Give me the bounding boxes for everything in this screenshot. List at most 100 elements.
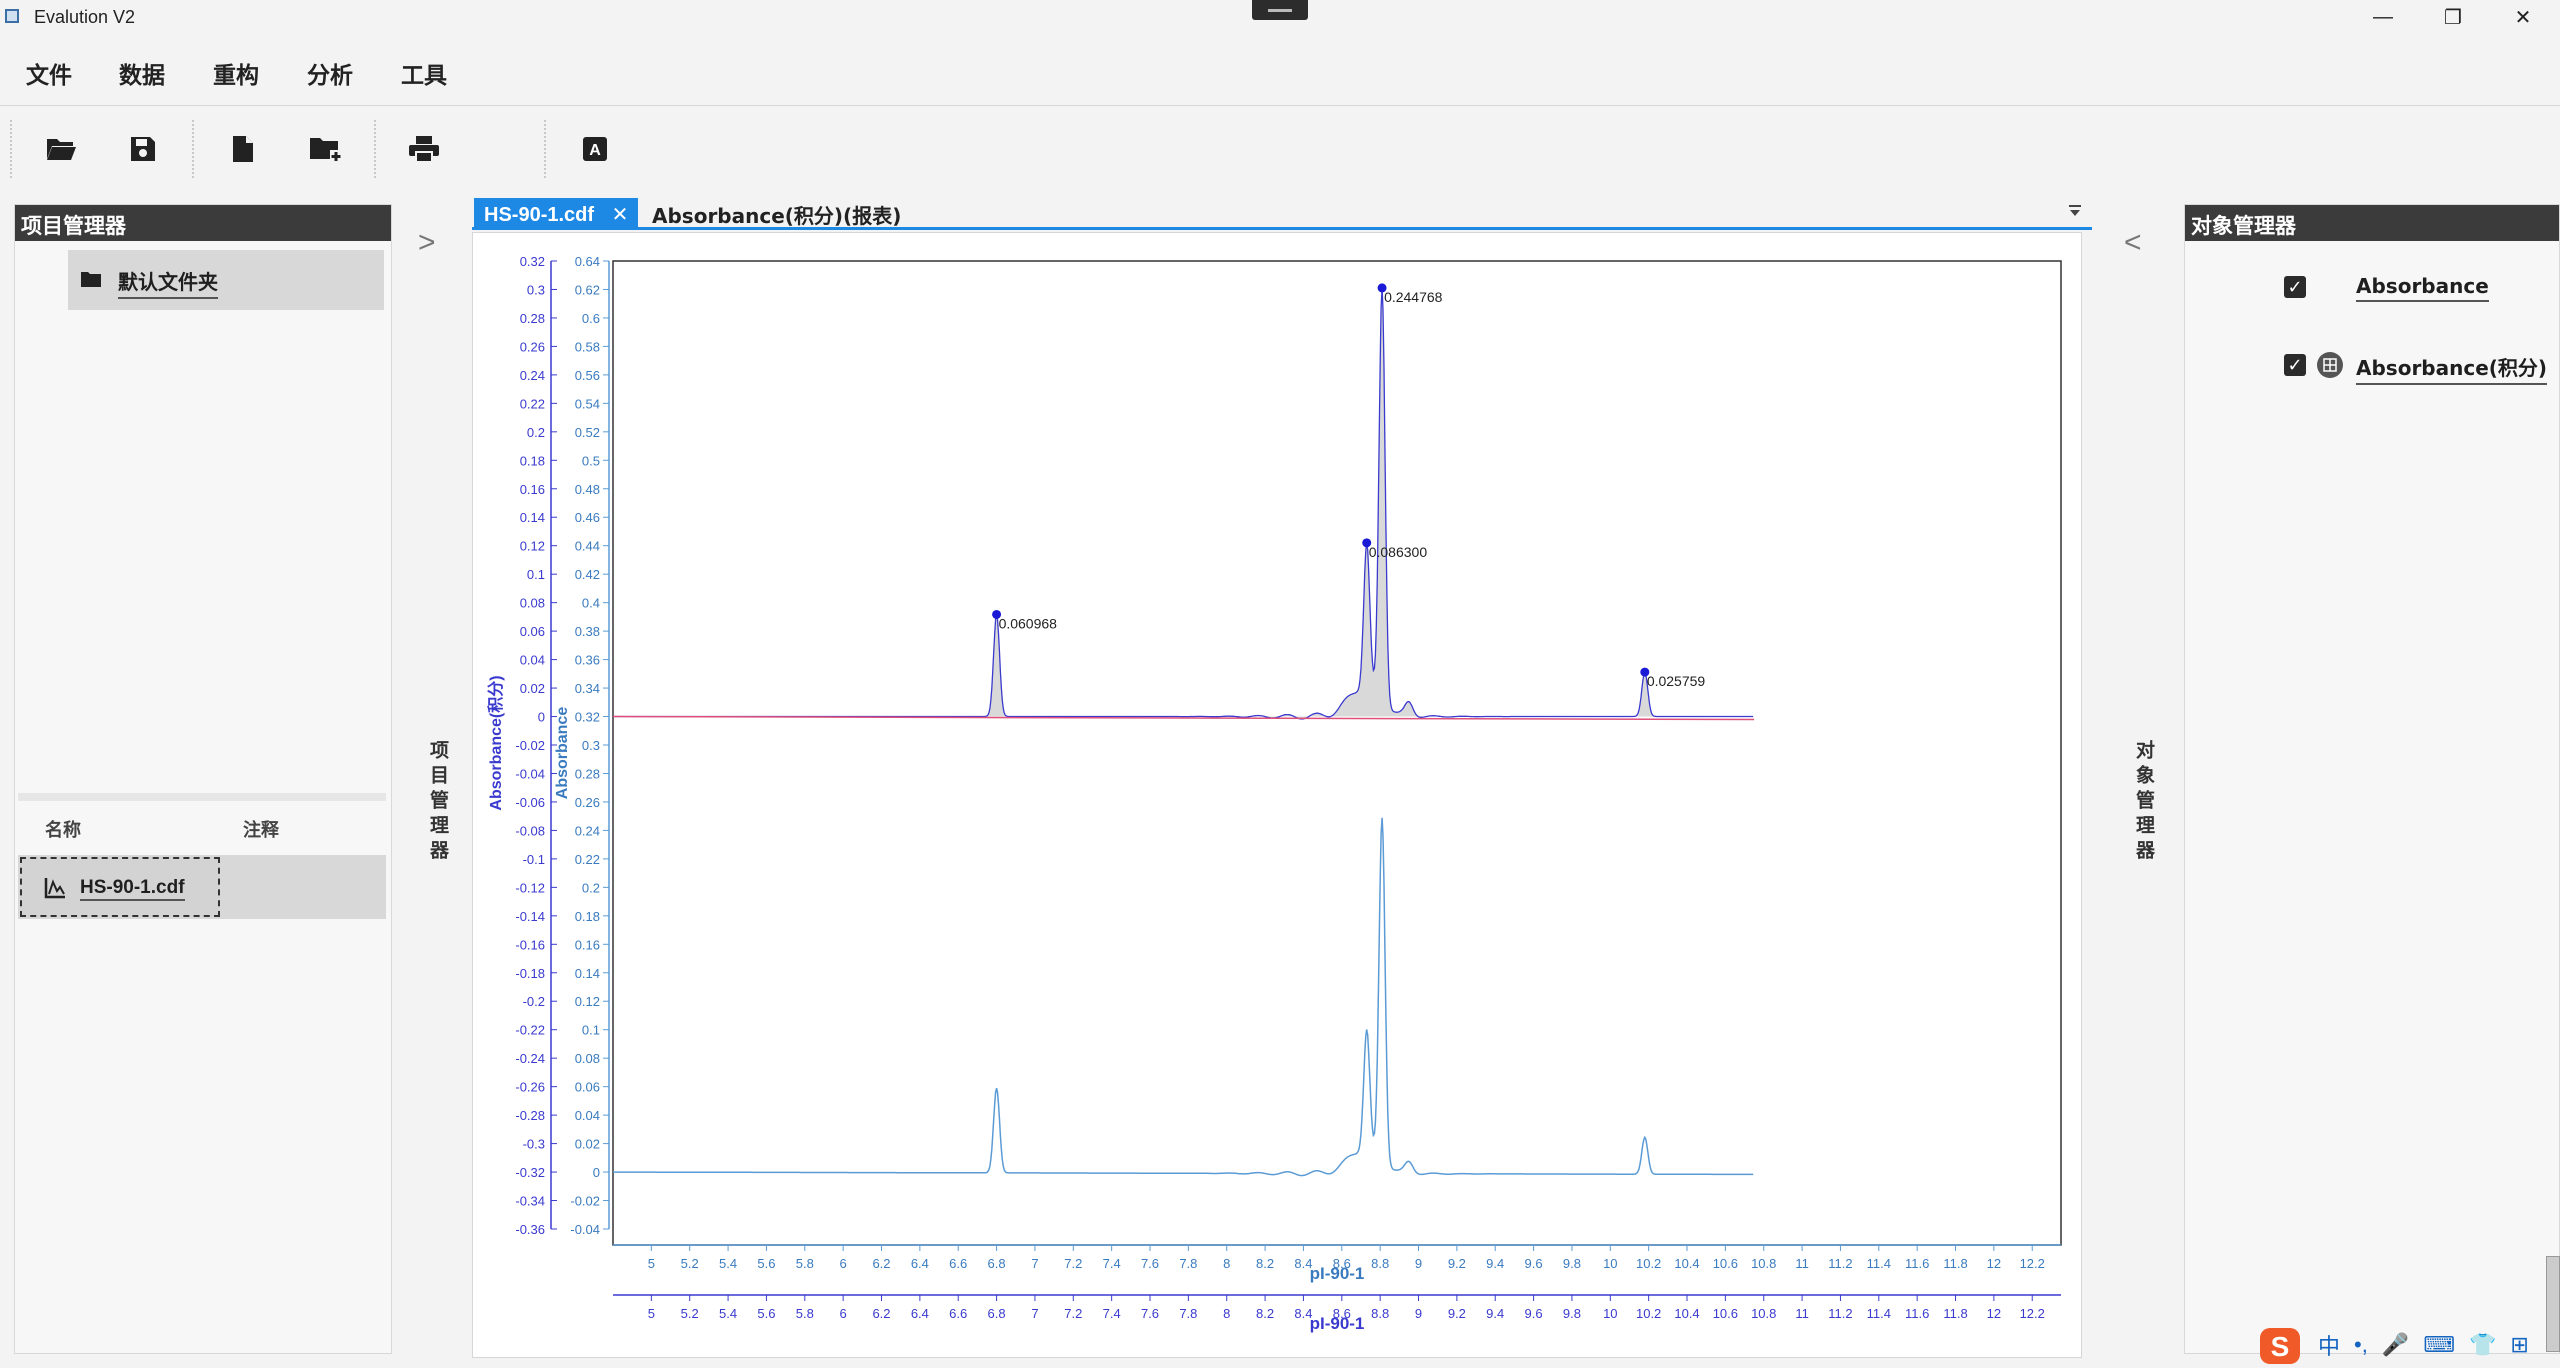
maximize-button[interactable]: ❐ — [2418, 0, 2488, 34]
chevron-right-icon[interactable]: > — [418, 226, 436, 260]
input-mode-indicator[interactable]: 中 — [2318, 1329, 2340, 1361]
scrollbar-handle[interactable] — [2546, 1256, 2560, 1352]
x-tick-label: 10.6 — [1713, 1256, 1738, 1271]
y-tick-label-absorbance: 0.24 — [575, 823, 600, 838]
close-button[interactable]: ✕ — [2488, 0, 2558, 34]
object-item-absorbance-integral[interactable]: ✓ Absorbance(积分) — [2284, 348, 2560, 388]
add-folder-icon[interactable] — [304, 128, 346, 170]
y-tick-label-absorbance: 0.12 — [575, 994, 600, 1009]
x-tick-label: 12 — [1987, 1256, 2001, 1271]
y-tick-label-absorbance: 0.18 — [575, 909, 600, 924]
x-tick-label: 11.2 — [1828, 1306, 1852, 1321]
tab-absorbance-report[interactable]: Absorbance(积分)(报表) — [652, 200, 901, 229]
peak-label: 0.244768 — [1384, 289, 1443, 305]
y-tick-label-absorbance: 0.04 — [575, 1108, 600, 1123]
x-tick-label: 10 — [1603, 1256, 1617, 1271]
y-tick-label-absorbance: -0.04 — [570, 1222, 600, 1237]
window-grip-handle[interactable] — [1252, 0, 1308, 20]
y-tick-label-absorbance: 0.22 — [575, 852, 600, 867]
toolbar-separator — [192, 120, 194, 178]
peak-label: 0.060968 — [999, 615, 1058, 631]
y-tick-label-absorbance: 0.14 — [575, 966, 600, 981]
sogou-input-icon[interactable]: S — [2258, 1322, 2304, 1368]
tab-list-dropdown-icon[interactable] — [2068, 204, 2082, 218]
chevron-left-icon[interactable]: < — [2124, 226, 2142, 260]
x-tick-label: 7.8 — [1179, 1256, 1197, 1271]
x-tick-label: 10.2 — [1636, 1256, 1661, 1271]
keyboard-icon[interactable]: ⌨ — [2423, 1332, 2455, 1358]
project-manager-panel: 项目管理器 — [14, 204, 392, 1354]
x-tick-label: 10.8 — [1751, 1256, 1776, 1271]
y-tick-label-integral: -0.16 — [515, 937, 545, 952]
font-icon[interactable]: A — [574, 128, 616, 170]
y-tick-label-integral: 0.2 — [527, 425, 545, 440]
default-folder-item[interactable]: 默认文件夹 — [68, 250, 384, 310]
x-tick-label: 8.2 — [1256, 1306, 1274, 1321]
column-header-name[interactable]: 名称 — [45, 816, 81, 842]
table-row[interactable]: HS-90-1.cdf — [18, 855, 386, 919]
x-tick-label: 10.4 — [1674, 1306, 1699, 1321]
menu-bar: 文件 数据 重构 分析 工具 — [0, 34, 2560, 106]
title-bar: Evalution V2 — ❐ ✕ — [0, 0, 2560, 34]
x-tick-label: 11.8 — [1943, 1306, 1967, 1321]
object-label: Absorbance — [2356, 274, 2489, 302]
print-icon[interactable] — [403, 128, 445, 170]
y-tick-label-absorbance: 0.42 — [575, 567, 600, 582]
skin-icon[interactable]: 👕 — [2469, 1332, 2496, 1358]
x-tick-label: 8 — [1223, 1306, 1230, 1321]
menu-data[interactable]: 数据 — [119, 56, 165, 90]
y-tick-label-absorbance: 0.6 — [582, 311, 600, 326]
punctuation-indicator[interactable]: •, — [2354, 1332, 2368, 1358]
y-tick-label-absorbance: 0.64 — [575, 254, 600, 269]
y-tick-label-absorbance: 0.56 — [575, 368, 600, 383]
file-name-cell[interactable]: HS-90-1.cdf — [20, 857, 220, 917]
folder-icon — [81, 272, 101, 287]
y-tick-label-integral: -0.1 — [523, 852, 545, 867]
y-tick-label-absorbance: 0.32 — [575, 710, 600, 725]
menu-reconstruct[interactable]: 重构 — [213, 56, 259, 90]
menu-file[interactable]: 文件 — [26, 56, 72, 90]
column-header-note[interactable]: 注释 — [243, 816, 279, 842]
x-tick-label: 5.6 — [757, 1306, 775, 1321]
tab-hs-90-1[interactable]: HS-90-1.cdf ✕ — [474, 198, 639, 230]
checkbox-absorbance-integral[interactable]: ✓ — [2284, 354, 2306, 376]
y-tick-label-integral: 0.04 — [520, 653, 545, 668]
menu-analysis[interactable]: 分析 — [307, 56, 353, 90]
y-tick-label-absorbance: 0.16 — [575, 937, 600, 952]
checkbox-absorbance[interactable]: ✓ — [2284, 276, 2306, 298]
absorbance-chart[interactable]: 0.320.30.280.260.240.220.20.180.160.140.… — [473, 233, 2083, 1359]
y-tick-label-integral: -0.26 — [515, 1080, 545, 1095]
microphone-icon[interactable]: 🎤 — [2382, 1332, 2409, 1358]
y-tick-label-integral: -0.32 — [515, 1165, 545, 1180]
object-label: Absorbance(积分) — [2356, 352, 2548, 385]
x-tick-label: 7.2 — [1064, 1306, 1082, 1321]
chart-line-icon — [44, 878, 65, 899]
y-tick-label-integral: 0.16 — [520, 482, 545, 497]
tab-label: HS-90-1.cdf — [484, 204, 595, 226]
object-manager-side-tab[interactable]: 对象管理器 — [2118, 740, 2158, 865]
x-tick-label: 7 — [1031, 1256, 1038, 1271]
x-tick-label: 9.8 — [1563, 1256, 1581, 1271]
x-tick-label: 6 — [840, 1256, 847, 1271]
integral-fill-area — [613, 287, 1754, 719]
y-tick-label-integral: -0.28 — [515, 1108, 545, 1123]
x-tick-label: 6.2 — [872, 1306, 890, 1321]
chart-area[interactable]: 0.32 0.3 0.28 0.26 0.24 0.22 0.2 0.18 0.16 0.14 0.… — [472, 232, 2082, 1358]
y-tick-label-absorbance: 0.2 — [582, 880, 600, 895]
y-tick-label-integral: 0.14 — [520, 510, 545, 525]
open-folder-icon[interactable] — [40, 128, 82, 170]
x-tick-label: 7.6 — [1141, 1306, 1159, 1321]
new-file-icon[interactable] — [222, 128, 264, 170]
x-tick-label: 10.8 — [1751, 1306, 1776, 1321]
absorbance-series-line — [613, 817, 1754, 1177]
apps-grid-icon[interactable]: ⊞ — [2510, 1332, 2528, 1358]
minimize-button[interactable]: — — [2348, 0, 2418, 34]
integral-series-line — [613, 287, 1754, 720]
save-icon[interactable] — [122, 128, 164, 170]
panel-splitter[interactable] — [18, 793, 386, 801]
menu-tools[interactable]: 工具 — [401, 56, 447, 90]
y-tick-label-integral: -0.22 — [515, 1023, 545, 1038]
project-manager-side-tab[interactable]: 项目管理器 — [412, 740, 452, 865]
tab-close-icon[interactable]: ✕ — [612, 204, 629, 226]
object-item-absorbance[interactable]: ✓ Absorbance — [2284, 270, 2504, 310]
